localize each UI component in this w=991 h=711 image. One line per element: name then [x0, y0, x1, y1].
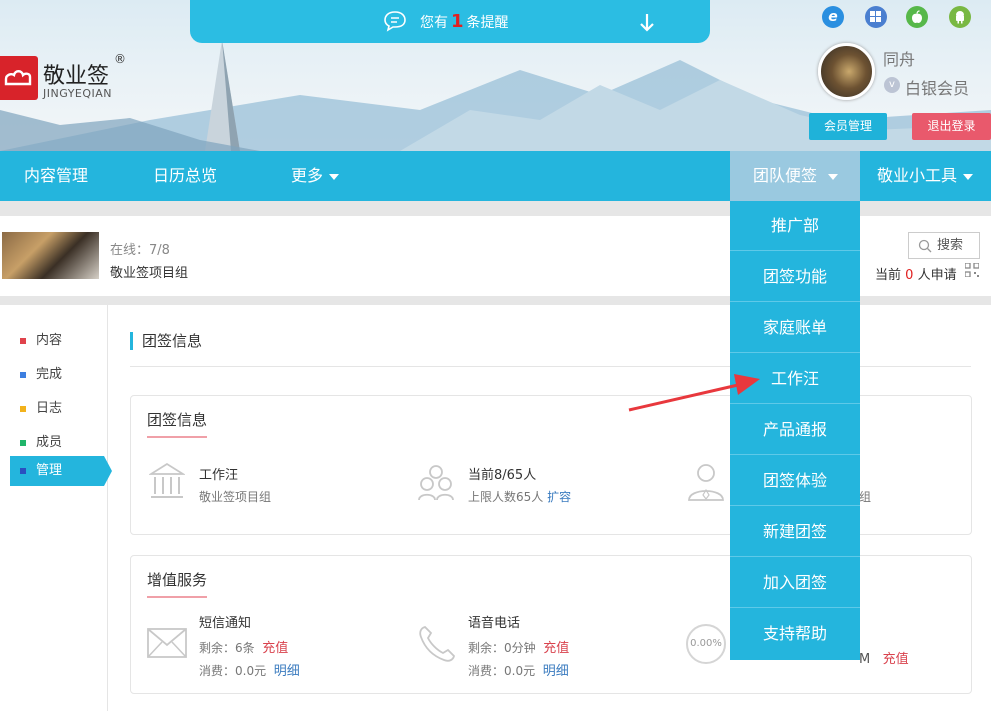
- sms-remaining: 剩余：6条 充值: [199, 641, 289, 656]
- caret-down-icon: [963, 173, 974, 180]
- search-label: 搜索: [937, 238, 964, 253]
- team-member-count: 当前8/65人: [468, 468, 537, 483]
- nav-content-management[interactable]: 内容管理: [24, 151, 88, 201]
- sidebar-item-management[interactable]: 管理: [10, 456, 112, 486]
- dropdown-item-team-trial[interactable]: 团签体验: [730, 456, 860, 506]
- sms-detail-link[interactable]: 明细: [274, 664, 300, 679]
- team-third-sub: 组: [859, 490, 872, 504]
- search-icon: [918, 239, 932, 253]
- dropdown-item-work-team[interactable]: 工作汪: [730, 354, 860, 404]
- arrow-down-icon[interactable]: [638, 12, 656, 34]
- user-avatar[interactable]: [818, 43, 875, 100]
- windows-icon[interactable]: [865, 6, 887, 28]
- storage-usage-ring: 0.00%: [686, 624, 726, 664]
- blue-dot-icon: [20, 371, 26, 378]
- ie-icon[interactable]: e: [822, 6, 844, 28]
- dropdown-item-family-bill[interactable]: 家庭账单: [730, 303, 860, 353]
- notification-text: 您有 1 条提醒: [420, 11, 509, 32]
- sidebar-item-content[interactable]: 内容: [20, 329, 62, 348]
- section-title: 团签信息: [130, 332, 202, 350]
- sidebar-item-log[interactable]: 日志: [20, 397, 62, 416]
- services-card-title: 增值服务: [147, 569, 208, 598]
- red-dot-icon: [20, 337, 26, 344]
- sms-title: 短信通知: [199, 616, 252, 631]
- user-level: 白银会员: [905, 79, 970, 98]
- sidebar-item-members[interactable]: 成员: [20, 431, 62, 450]
- nav-more[interactable]: 更多: [291, 151, 340, 201]
- vip-badge-icon: v: [884, 77, 900, 93]
- apply-count[interactable]: 当前 0 人申请: [875, 264, 957, 283]
- caret-down-icon: [329, 173, 340, 180]
- voice-used: 消费：0.0元 明细: [468, 664, 569, 679]
- nav-calendar-overview[interactable]: 日历总览: [153, 151, 217, 201]
- team-owner-group: 敬业签项目组: [199, 490, 272, 504]
- dropdown-item-join-team[interactable]: 加入团签: [730, 558, 860, 608]
- voice-recharge-link[interactable]: 充值: [543, 641, 569, 656]
- dropdown-item-promotion[interactable]: 推广部: [730, 201, 860, 251]
- message-icon: [384, 11, 406, 32]
- sidebar-divider: [107, 305, 108, 711]
- voice-detail-link[interactable]: 明细: [543, 664, 569, 679]
- sms-used: 消费：0.0元 明细: [199, 664, 300, 679]
- apple-icon[interactable]: [906, 6, 928, 28]
- android-icon[interactable]: [949, 6, 971, 28]
- team-owner-name: 工作汪: [199, 468, 239, 483]
- notification-bar[interactable]: 您有 1 条提醒: [190, 0, 710, 43]
- registered-mark: ®: [114, 52, 126, 66]
- nav-tools[interactable]: 敬业小工具: [860, 151, 991, 201]
- dropdown-item-product-news[interactable]: 产品通报: [730, 405, 860, 455]
- navy-dot-icon: [20, 467, 26, 474]
- main-nav: 内容管理 日历总览 更多 团队便签 敬业小工具: [0, 151, 991, 201]
- member-management-button[interactable]: 会员管理: [809, 113, 887, 140]
- user-name: 同舟: [883, 50, 916, 69]
- dropdown-item-team-features[interactable]: 团签功能: [730, 252, 860, 302]
- sidebar-item-done[interactable]: 完成: [20, 363, 62, 382]
- storage-unit: M 充值: [859, 652, 909, 667]
- storage-recharge-link[interactable]: 充值: [883, 652, 909, 667]
- qr-code-icon[interactable]: [965, 263, 979, 277]
- nav-team-notes[interactable]: 团队便签: [730, 151, 860, 201]
- team-card-title: 团签信息: [147, 409, 208, 438]
- voice-remaining: 剩余：0分钟 充值: [468, 641, 570, 656]
- phone-icon: [419, 626, 455, 662]
- group-image: [2, 232, 99, 279]
- logo-english: JINGYEQIAN: [43, 87, 113, 100]
- expand-link[interactable]: 扩容: [547, 490, 571, 504]
- caret-down-icon: [828, 173, 839, 180]
- online-count: 在线：7/8: [110, 243, 170, 258]
- green-dot-icon: [20, 439, 26, 446]
- notification-count: 1: [451, 11, 464, 32]
- team-member-limit: 上限人数65人 扩容: [468, 490, 572, 504]
- team-notes-dropdown: 推广部 团签功能 家庭账单 工作汪 产品通报 团签体验 新建团签 加入团签 支持…: [730, 201, 860, 660]
- mail-icon: [147, 628, 187, 658]
- group-name[interactable]: 敬业签项目组: [110, 262, 188, 281]
- sms-recharge-link[interactable]: 充值: [262, 641, 288, 656]
- dropdown-item-create-team[interactable]: 新建团签: [730, 507, 860, 557]
- user-tie-icon: [688, 464, 724, 501]
- yellow-dot-icon: [20, 405, 26, 412]
- logout-button[interactable]: 退出登录: [912, 113, 991, 140]
- logo-name: 敬业签: [43, 64, 110, 89]
- voice-title: 语音电话: [468, 616, 521, 631]
- search-button[interactable]: 搜索: [908, 232, 980, 259]
- dropdown-item-help[interactable]: 支持帮助: [730, 609, 860, 659]
- building-icon: [149, 462, 185, 498]
- logo-icon: [0, 56, 38, 100]
- users-icon: [418, 465, 454, 501]
